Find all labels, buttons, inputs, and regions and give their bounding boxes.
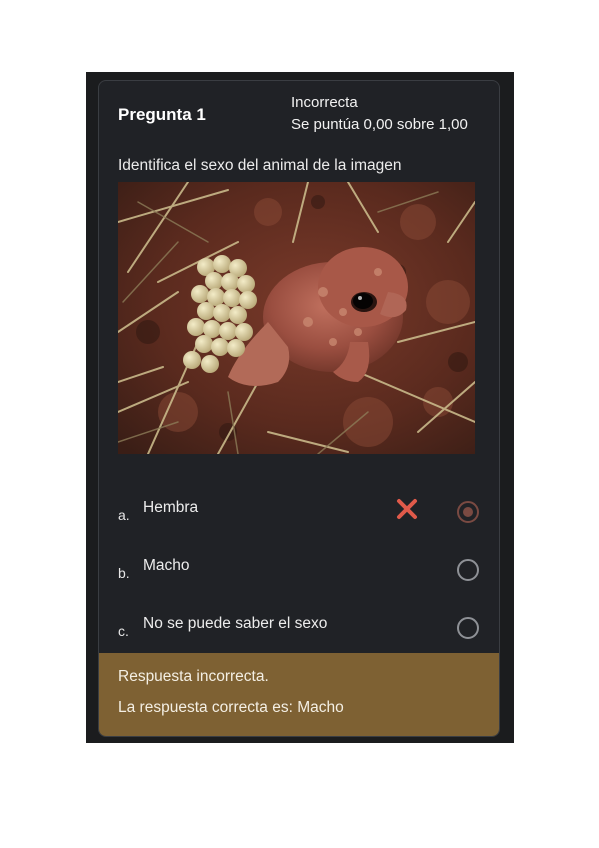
option-label: Macho bbox=[143, 557, 190, 574]
question-status: Incorrecta Se puntúa 0,00 sobre 1,00 bbox=[291, 92, 468, 136]
radio-icon[interactable] bbox=[457, 501, 479, 523]
question-title: Pregunta 1 bbox=[118, 105, 206, 124]
option-letter: c. bbox=[118, 623, 129, 639]
option-letter: b. bbox=[118, 565, 130, 581]
feedback-panel: Respuesta incorrecta. La respuesta corre… bbox=[99, 653, 499, 736]
grade-label: Se puntúa 0,00 sobre 1,00 bbox=[291, 116, 468, 133]
radio-icon[interactable] bbox=[457, 559, 479, 581]
radio-icon[interactable] bbox=[457, 617, 479, 639]
option-c[interactable]: c. No se puede saber el sexo bbox=[99, 609, 499, 649]
feedback-result: Respuesta incorrecta. bbox=[118, 668, 269, 685]
option-label: Hembra bbox=[143, 499, 199, 516]
option-letter: a. bbox=[118, 507, 130, 523]
option-a[interactable]: a. Hembra bbox=[99, 493, 499, 533]
feedback-correct-answer: La respuesta correcta es: Macho bbox=[118, 699, 344, 716]
option-label: No se puede saber el sexo bbox=[143, 615, 328, 632]
status-label: Incorrecta bbox=[291, 94, 358, 111]
question-card: Pregunta 1 Incorrecta Se puntúa 0,00 sob… bbox=[98, 80, 500, 737]
question-image bbox=[118, 182, 475, 454]
toad-photo bbox=[118, 182, 475, 454]
option-b[interactable]: b. Macho bbox=[99, 551, 499, 591]
close-icon bbox=[397, 499, 417, 519]
question-text: Identifica el sexo del animal de la imag… bbox=[118, 157, 402, 174]
